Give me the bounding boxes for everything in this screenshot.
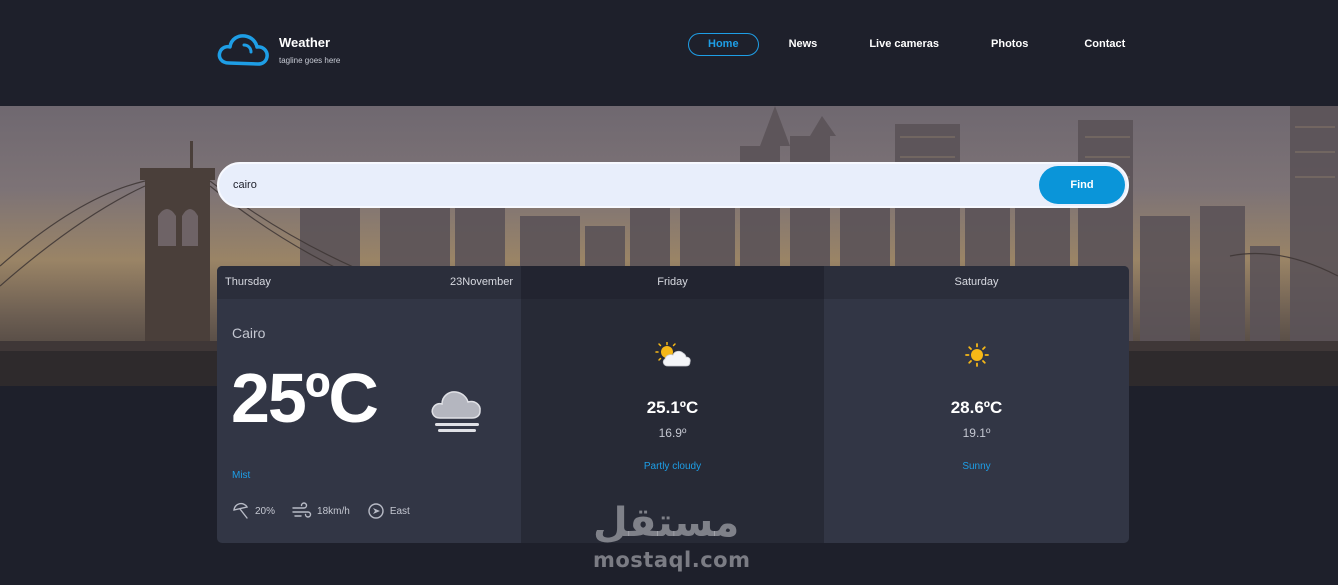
city-name: Cairo bbox=[232, 325, 266, 341]
brand-title: Weather bbox=[279, 35, 331, 50]
wind-direction-value: East bbox=[389, 505, 410, 517]
nav-contact[interactable]: Contact bbox=[1063, 33, 1146, 56]
humidity: 20% bbox=[232, 502, 275, 520]
nav-photos[interactable]: Photos bbox=[970, 33, 1049, 56]
today-header: Thursday 23November bbox=[217, 266, 521, 299]
nav-news[interactable]: News bbox=[768, 33, 839, 56]
day-3-condition: Sunny bbox=[962, 461, 991, 472]
day-2-condition: Partly cloudy bbox=[643, 461, 702, 472]
wind-speed-value: 18km/h bbox=[317, 505, 350, 517]
umbrella-icon bbox=[233, 502, 249, 519]
brand-tagline: tagline goes here bbox=[279, 56, 341, 65]
weather-details: 20% 18km/h East bbox=[232, 502, 427, 520]
watermark-arabic: مستقل bbox=[593, 500, 740, 546]
wind-icon bbox=[292, 502, 312, 518]
wind-direction: East bbox=[367, 502, 410, 520]
day-3-min-temp: 19.1º bbox=[962, 426, 991, 440]
main-nav: Home News Live cameras Photos Contact bbox=[688, 33, 1146, 56]
today-date: 23November bbox=[450, 276, 513, 288]
day-3-header: Saturday bbox=[824, 266, 1129, 299]
search-input[interactable] bbox=[233, 164, 1033, 206]
sun-icon bbox=[964, 343, 989, 367]
day-2-max-temp: 25.1ºC bbox=[646, 398, 699, 417]
today-condition: Mist bbox=[232, 470, 251, 481]
find-button[interactable]: Find bbox=[1039, 166, 1125, 204]
mist-cloud-icon bbox=[431, 391, 481, 432]
wind-speed: 18km/h bbox=[292, 502, 350, 520]
cloud-logo-icon bbox=[217, 34, 269, 66]
search-bar: Find bbox=[217, 162, 1129, 208]
humidity-value: 20% bbox=[255, 505, 276, 517]
nav-home[interactable]: Home bbox=[688, 33, 759, 56]
partly-cloudy-icon bbox=[654, 342, 691, 367]
today-day: Thursday bbox=[225, 276, 271, 288]
watermark-latin: mostaql.com bbox=[593, 548, 751, 572]
current-temperature: 25ºC bbox=[231, 359, 379, 437]
brand[interactable]: Weather tagline goes here bbox=[217, 33, 340, 67]
compass-icon bbox=[368, 503, 384, 519]
forecast-day-3: Saturday 28.6ºC 19.1º Sunny bbox=[824, 266, 1129, 543]
day-2-min-temp: 16.9º bbox=[658, 426, 687, 440]
forecast-today: Thursday 23November Cairo 25ºC Mist 20% bbox=[217, 266, 521, 543]
day-3-max-temp: 28.6ºC bbox=[950, 398, 1003, 417]
mostaql-watermark: مستقل mostaql.com bbox=[591, 500, 751, 575]
day-2-header: Friday bbox=[521, 266, 824, 299]
nav-live-cameras[interactable]: Live cameras bbox=[848, 33, 960, 56]
site-header: Weather tagline goes here Home News Live… bbox=[0, 0, 1338, 106]
